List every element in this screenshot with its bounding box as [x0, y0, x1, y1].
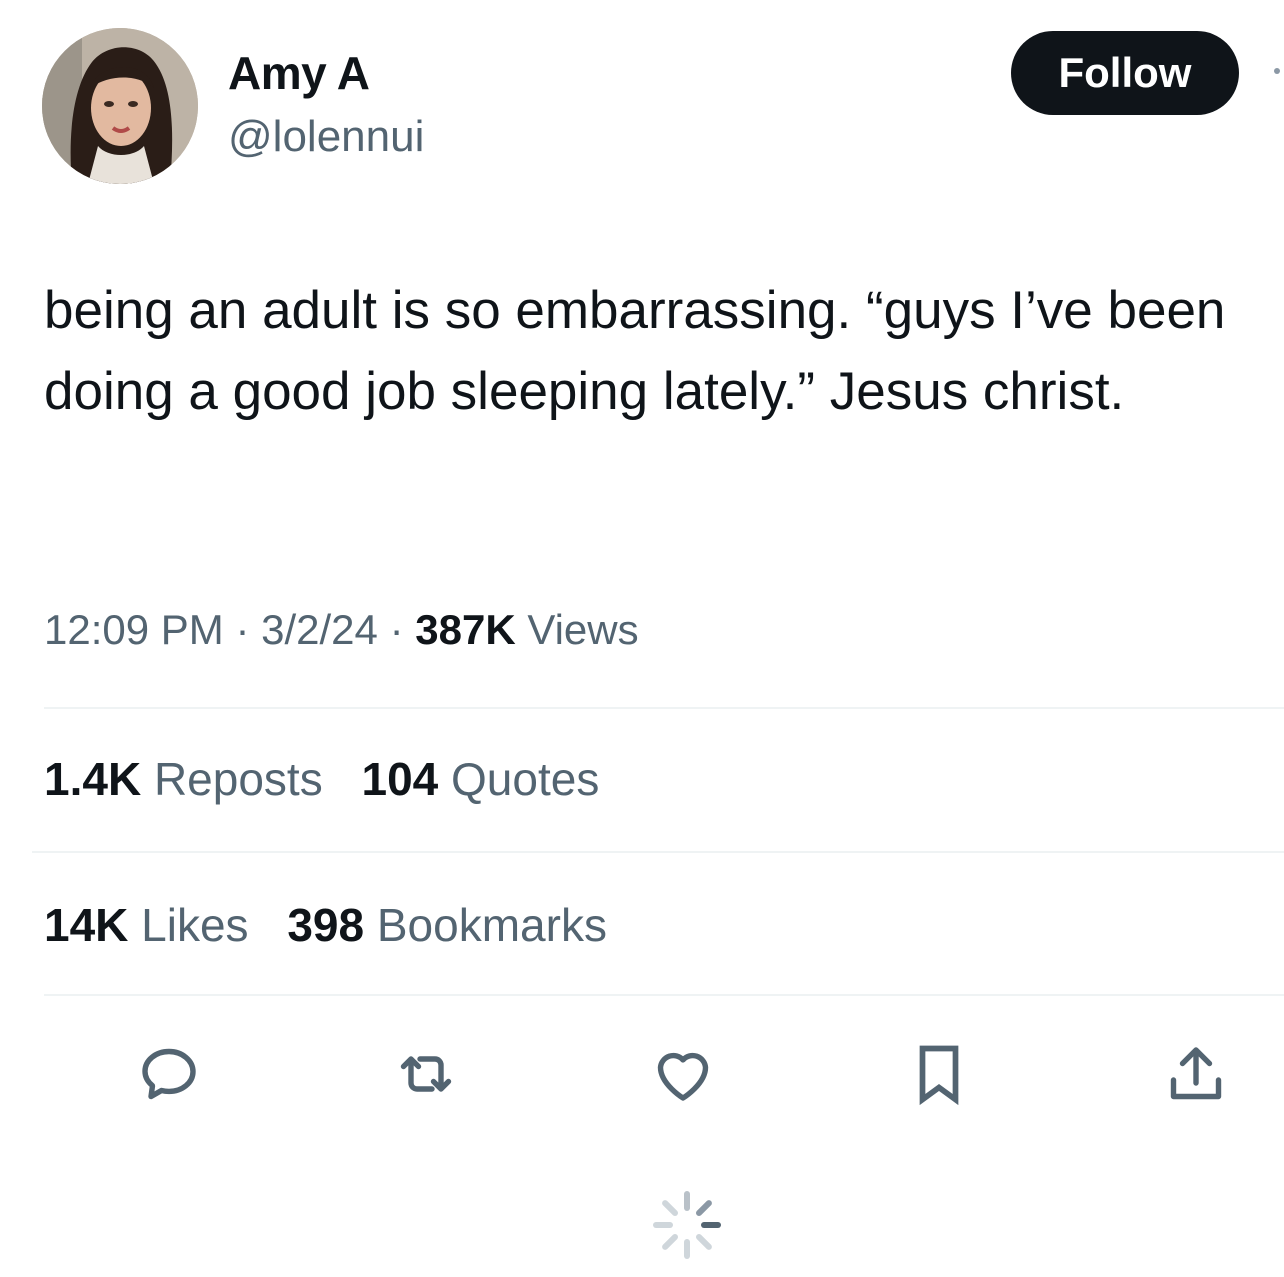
bookmark-button[interactable]: [903, 1038, 975, 1110]
meta-separator: ·: [389, 606, 404, 653]
repost-icon: [400, 1056, 452, 1092]
tweet-meta: 12:09 PM · 3/2/24 · 387K Views: [44, 606, 639, 654]
quotes-stat[interactable]: 104 Quotes: [361, 752, 599, 806]
engagement-row-likes: 14K Likes 398 Bookmarks: [44, 898, 633, 952]
divider: [32, 851, 1284, 853]
tweet-date[interactable]: 3/2/24: [261, 606, 378, 653]
like-icon: [657, 1052, 709, 1101]
author-handle[interactable]: @lolennui: [228, 112, 424, 162]
meta-separator: ·: [235, 606, 250, 653]
follow-button[interactable]: Follow: [1011, 31, 1239, 115]
loading-spinner-icon: [653, 1191, 721, 1259]
bookmarks-label: Bookmarks: [376, 899, 607, 951]
reposts-stat[interactable]: 1.4K Reposts: [44, 752, 323, 806]
share-button[interactable]: [1160, 1038, 1232, 1110]
engagement-row-reposts: 1.4K Reposts 104 Quotes: [44, 752, 625, 806]
tweet-text: being an adult is so embarrassing. “guys…: [44, 281, 1226, 421]
repost-button[interactable]: [390, 1038, 462, 1110]
quotes-label: Quotes: [451, 753, 600, 805]
bookmarks-count: 398: [287, 899, 365, 951]
more-options-icon[interactable]: [1274, 68, 1280, 74]
tweet-time[interactable]: 12:09 PM: [44, 606, 224, 653]
divider: [44, 994, 1284, 996]
reposts-count: 1.4K: [44, 753, 142, 805]
like-button[interactable]: [647, 1038, 719, 1110]
bookmarks-stat[interactable]: 398 Bookmarks: [287, 898, 607, 952]
reposts-label: Reposts: [153, 753, 323, 805]
author-display-name[interactable]: Amy A: [228, 46, 370, 100]
views-count: 387K: [415, 606, 516, 653]
avatar[interactable]: [42, 28, 198, 184]
views-label: Views: [527, 606, 639, 653]
bookmark-icon: [919, 1045, 959, 1106]
divider: [44, 707, 1284, 709]
reply-icon: [142, 1048, 196, 1100]
likes-label: Likes: [141, 899, 249, 951]
share-icon: [1170, 1047, 1222, 1100]
quotes-count: 104: [361, 753, 439, 805]
reply-button[interactable]: [133, 1038, 205, 1110]
likes-count: 14K: [44, 899, 129, 951]
likes-stat[interactable]: 14K Likes: [44, 898, 249, 952]
